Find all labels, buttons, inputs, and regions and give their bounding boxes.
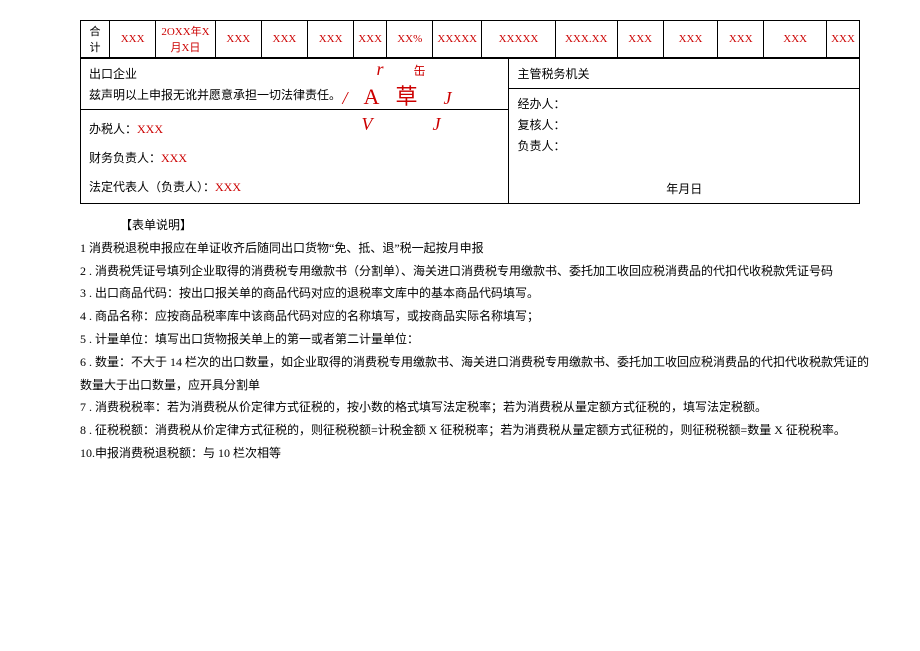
cell: XXX bbox=[827, 21, 860, 58]
cell: XXX bbox=[354, 21, 387, 58]
exporter-sign-cell: 出口企业 兹声明以上申报无讹并愿意承担一切法律责任。 办税人：XXX 财务负责人… bbox=[81, 59, 509, 204]
summary-table: 合计 XXX 2OXX年X月X日 XXX XXX XXX XXX XX% XXX… bbox=[80, 20, 860, 58]
declaration-text: 兹声明以上申报无讹并愿意承担一切法律责任。 bbox=[89, 86, 500, 103]
cell: XXX bbox=[110, 21, 156, 58]
cell: XX% bbox=[387, 21, 433, 58]
responsible-label: 负责人： bbox=[517, 137, 851, 154]
note-item: 1 消费税退税申报应在单证收齐后随同出口货物“免、抵、退”税一起按月申报 bbox=[80, 237, 880, 260]
authority-label: 主管税务机关 bbox=[517, 67, 589, 81]
cell: XXX bbox=[617, 21, 663, 58]
legal-person-label: 法定代表人（负责人）： bbox=[89, 180, 215, 194]
form-notes: 【表单说明】 1 消费税退税申报应在单证收齐后随同出口货物“免、抵、退”税一起按… bbox=[80, 214, 880, 465]
cell: XXX bbox=[663, 21, 717, 58]
note-item: 2 . 消费税凭证号填列企业取得的消费税专用缴款书（分割单）、海关进口消费税专用… bbox=[80, 260, 880, 283]
authority-sign-cell: 经办人： 复核人： 负责人： 年月日 bbox=[509, 89, 860, 204]
cell: XXX bbox=[764, 21, 827, 58]
exporter-label: 出口企业 bbox=[89, 65, 500, 82]
cell: XXX bbox=[261, 21, 307, 58]
finance-person-label: 财务负责人： bbox=[89, 151, 161, 165]
handler-label: 经办人： bbox=[517, 95, 851, 112]
note-item: 6 . 数量：不大于 14 栏次的出口数量，如企业取得的消费税专用缴款书、海关进… bbox=[80, 351, 880, 397]
finance-person-value: XXX bbox=[161, 151, 187, 165]
cell: XXX bbox=[215, 21, 261, 58]
cell: XXX bbox=[718, 21, 764, 58]
authority-header-cell: 主管税务机关 bbox=[509, 59, 860, 89]
signature-table: 出口企业 兹声明以上申报无讹并愿意承担一切法律责任。 办税人：XXX 财务负责人… bbox=[80, 58, 860, 204]
cell: XXX bbox=[308, 21, 354, 58]
cell: XXXXX bbox=[482, 21, 556, 58]
finance-person-row: 财务负责人：XXX bbox=[89, 149, 500, 166]
table-row: 合计 XXX 2OXX年X月X日 XXX XXX XXX XXX XX% XXX… bbox=[81, 21, 860, 58]
tax-person-row: 办税人：XXX bbox=[89, 120, 500, 137]
tax-person-label: 办税人： bbox=[89, 122, 137, 136]
notes-title: 【表单说明】 bbox=[120, 214, 880, 237]
note-item: 8 . 征税税额：消费税从价定律方式征税的，则征税税额=计税金额 X 征税税率；… bbox=[80, 419, 880, 442]
cell: 2OXX年X月X日 bbox=[156, 21, 216, 58]
legal-person-row: 法定代表人（负责人）：XXX bbox=[89, 178, 500, 195]
note-item: 10.申报消费税退税额：与 10 栏次相等 bbox=[80, 442, 880, 465]
cell: XXX.XX bbox=[555, 21, 617, 58]
note-item: 4 . 商品名称：应按商品税率库中该商品代码对应的名称填写，或按商品实际名称填写… bbox=[80, 305, 880, 328]
note-item: 5 . 计量单位：填写出口货物报关单上的第一或者第二计量单位： bbox=[80, 328, 880, 351]
note-item: 3 . 出口商品代码：按出口报关单的商品代码对应的退税率文库中的基本商品代码填写… bbox=[80, 282, 880, 305]
row-label: 合计 bbox=[81, 21, 110, 58]
note-item: 7 . 消费税税率：若为消费税从价定律方式征税的，按小数的格式填写法定税率；若为… bbox=[80, 396, 880, 419]
date-label: 年月日 bbox=[517, 180, 851, 197]
cell: XXXXX bbox=[433, 21, 482, 58]
tax-person-value: XXX bbox=[137, 122, 163, 136]
legal-person-value: XXX bbox=[215, 180, 241, 194]
reviewer-label: 复核人： bbox=[517, 116, 851, 133]
